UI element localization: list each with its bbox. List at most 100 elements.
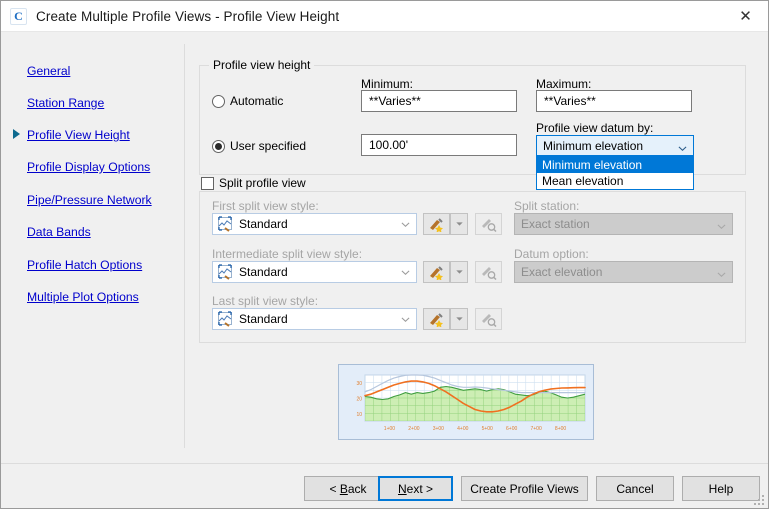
first-split-view-style-value: Standard xyxy=(239,217,288,231)
profile-view-datum-combo[interactable]: Minimum elevation xyxy=(536,135,694,156)
sidebar-divider xyxy=(184,44,185,448)
profile-view-style-icon xyxy=(217,311,233,327)
next-button-label: Next > xyxy=(397,481,434,496)
intermediate-split-style-dropdown-button[interactable] xyxy=(450,261,468,283)
close-icon[interactable]: ✕ xyxy=(723,1,768,31)
svg-text:3+00: 3+00 xyxy=(433,426,444,432)
create-profile-views-label: Create Profile Views xyxy=(470,481,579,496)
height-value-input[interactable]: 100.00' xyxy=(361,134,517,156)
current-page-arrow-icon xyxy=(13,129,20,139)
last-split-style-dropdown-button[interactable] xyxy=(450,308,468,330)
sidebar-item-profile-view-height[interactable]: Profile View Height xyxy=(27,127,130,143)
radio-indicator xyxy=(212,139,225,153)
title-bar: C Create Multiple Profile Views - Profil… xyxy=(1,1,768,32)
dialog-window: C Create Multiple Profile Views - Profil… xyxy=(0,0,769,509)
svg-text:6+00: 6+00 xyxy=(506,426,517,432)
svg-text:5+00: 5+00 xyxy=(482,426,493,432)
user-specified-radio[interactable]: User specified xyxy=(212,139,306,153)
automatic-radio-label: Automatic xyxy=(230,94,284,108)
sidebar-item-multiple-plot-options[interactable]: Multiple Plot Options xyxy=(27,289,139,305)
maximum-label: Maximum: xyxy=(536,77,592,91)
split-station-label: Split station: xyxy=(514,199,580,213)
datum-option-label: Datum option: xyxy=(514,247,589,261)
sidebar-item-label: Profile Display Options xyxy=(27,160,151,174)
intermediate-split-view-style-value: Standard xyxy=(239,265,288,279)
svg-text:4+00: 4+00 xyxy=(457,426,468,432)
datum-option-combo: Exact elevation xyxy=(514,261,733,283)
sidebar-item-profile-hatch-options[interactable]: Profile Hatch Options xyxy=(27,257,142,273)
sidebar-item-label: Pipe/Pressure Network xyxy=(27,193,152,207)
back-button-label: < Back xyxy=(329,481,367,496)
sidebar-item-station-range[interactable]: Station Range xyxy=(27,95,104,111)
profile-view-datum-value: Minimum elevation xyxy=(543,138,644,153)
preview-chart-svg: 10 20 30 1+00 2+00 3+00 4+00 5+00 6+00 7+00 8+00 xyxy=(356,374,586,432)
cancel-button[interactable]: Cancel xyxy=(596,476,674,501)
intermediate-split-preview-style-button xyxy=(475,261,502,283)
civil3d-c-icon: C xyxy=(10,7,27,25)
sidebar-item-general[interactable]: General xyxy=(27,63,70,79)
last-split-view-style-label: Last split view style: xyxy=(212,294,319,308)
sidebar-item-label: Data Bands xyxy=(27,225,91,239)
chevron-down-icon xyxy=(678,144,687,151)
help-button-label: Help xyxy=(708,481,734,496)
profile-view-style-icon xyxy=(217,216,233,232)
sidebar-item-label: Profile Hatch Options xyxy=(27,258,143,272)
intermediate-split-view-style-combo[interactable]: Standard xyxy=(212,261,417,283)
profile-view-preview: 10 20 30 1+00 2+00 3+00 4+00 5+00 6+00 7+00 8+00 xyxy=(338,364,594,440)
create-profile-views-button[interactable]: Create Profile Views xyxy=(461,476,588,501)
intermediate-split-edit-style-button[interactable] xyxy=(423,261,450,283)
svg-text:7+00: 7+00 xyxy=(530,426,541,432)
minimum-input[interactable]: **Varies** xyxy=(361,90,517,112)
chevron-down-icon xyxy=(717,222,726,230)
sidebar-item-profile-display-options[interactable]: Profile Display Options xyxy=(27,159,150,175)
profile-view-datum-label: Profile view datum by: xyxy=(536,121,654,135)
help-button[interactable]: Help xyxy=(682,476,760,501)
split-profile-view-checkbox[interactable]: Split profile view xyxy=(201,176,310,190)
maximum-input[interactable]: **Varies** xyxy=(536,90,692,112)
cancel-button-label: Cancel xyxy=(616,481,654,496)
sidebar-item-data-bands[interactable]: Data Bands xyxy=(27,224,91,240)
sidebar-item-label: Station Range xyxy=(27,96,105,110)
chevron-down-icon xyxy=(394,262,416,282)
resize-grip-icon[interactable] xyxy=(753,494,765,506)
first-split-style-dropdown-button[interactable] xyxy=(450,213,468,235)
radio-indicator xyxy=(212,94,225,108)
last-split-preview-style-button xyxy=(475,308,502,330)
intermediate-split-view-style-label: Intermediate split view style: xyxy=(212,247,363,261)
chevron-down-icon xyxy=(717,270,726,278)
window-title: Create Multiple Profile Views - Profile … xyxy=(36,8,340,24)
svg-text:8+00: 8+00 xyxy=(555,426,566,432)
chevron-down-icon xyxy=(394,214,416,234)
dropdown-option-mean-elevation[interactable]: Mean elevation xyxy=(537,173,693,189)
automatic-radio[interactable]: Automatic xyxy=(212,94,283,108)
sidebar-item-label: General xyxy=(27,64,71,78)
split-station-combo: Exact station xyxy=(514,213,733,235)
last-split-edit-style-button[interactable] xyxy=(423,308,450,330)
chevron-down-icon xyxy=(394,309,416,329)
svg-text:10: 10 xyxy=(356,412,362,418)
last-split-view-style-value: Standard xyxy=(239,312,288,326)
first-split-view-style-label: First split view style: xyxy=(212,199,319,213)
svg-text:1+00: 1+00 xyxy=(384,426,395,432)
footer-divider xyxy=(1,463,768,464)
sidebar-item-label: Profile View Height xyxy=(27,128,130,142)
split-station-value: Exact station xyxy=(521,217,590,231)
profile-view-datum-dropdown-list[interactable]: Minimum elevation Mean elevation xyxy=(536,156,694,190)
user-specified-radio-label: User specified xyxy=(230,139,307,153)
split-profile-view-label: Split profile view xyxy=(219,176,306,190)
group-title: Profile view height xyxy=(209,58,315,72)
first-split-edit-style-button[interactable] xyxy=(423,213,450,235)
svg-text:2+00: 2+00 xyxy=(408,426,419,432)
profile-view-style-icon xyxy=(217,264,233,280)
svg-text:30: 30 xyxy=(356,381,362,387)
sidebar-item-pipe-pressure-network[interactable]: Pipe/Pressure Network xyxy=(27,192,152,208)
dropdown-option-minimum-elevation[interactable]: Minimum elevation xyxy=(537,157,693,173)
next-button[interactable]: Next > xyxy=(378,476,453,501)
last-split-view-style-combo[interactable]: Standard xyxy=(212,308,417,330)
minimum-label: Minimum: xyxy=(361,77,414,91)
first-split-preview-style-button xyxy=(475,213,502,235)
sidebar-item-label: Multiple Plot Options xyxy=(27,290,139,304)
checkbox-indicator xyxy=(201,176,214,190)
svg-text:20: 20 xyxy=(356,397,362,403)
first-split-view-style-combo[interactable]: Standard xyxy=(212,213,417,235)
